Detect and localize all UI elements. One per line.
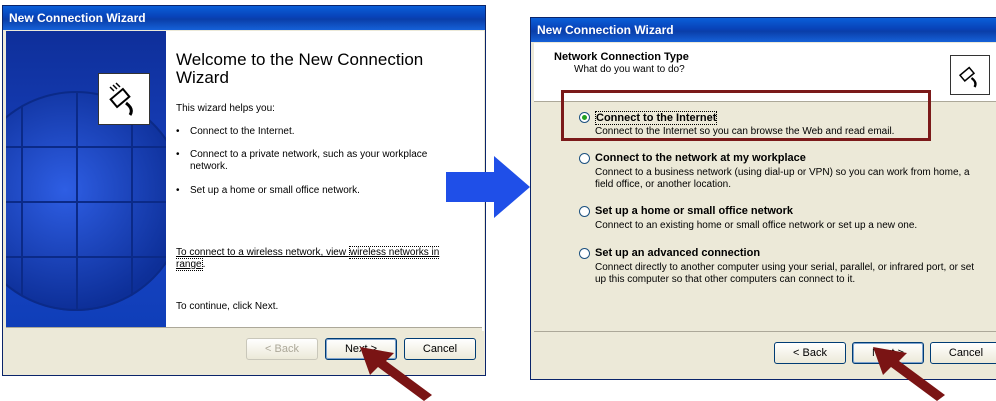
window-title: New Connection Wizard bbox=[3, 6, 485, 30]
header-subtitle: What do you want to do? bbox=[574, 64, 685, 75]
back-button[interactable]: < Back bbox=[246, 338, 318, 360]
back-button[interactable]: < Back bbox=[774, 342, 846, 364]
window-title: New Connection Wizard bbox=[531, 18, 996, 42]
continue-text: To continue, click Next. bbox=[176, 301, 279, 312]
helps-intro: This wizard helps you: bbox=[176, 103, 275, 114]
selection-highlight-box bbox=[561, 90, 931, 141]
red-pointer-arrow-icon bbox=[873, 347, 945, 401]
radio-button[interactable] bbox=[579, 153, 590, 164]
welcome-heading: Welcome to the New Connection Wizard bbox=[176, 50, 424, 87]
welcome-content: Welcome to the New Connection Wizard Thi… bbox=[166, 31, 484, 331]
radio-button[interactable] bbox=[579, 248, 590, 259]
wizard-side-banner bbox=[6, 31, 166, 331]
network-cable-icon bbox=[950, 55, 990, 95]
radio-button[interactable] bbox=[579, 206, 590, 217]
header-title: Network Connection Type bbox=[554, 51, 689, 63]
network-cable-icon bbox=[98, 73, 150, 125]
connection-type-window: New Connection Wizard Network Connection… bbox=[530, 17, 996, 380]
wireless-note: To connect to a wireless network, view w… bbox=[176, 246, 440, 271]
red-pointer-arrow-icon bbox=[360, 347, 432, 401]
welcome-wizard-window: New Connection Wizard Welcome to the New… bbox=[2, 5, 486, 376]
blue-arrow-icon bbox=[446, 156, 530, 218]
